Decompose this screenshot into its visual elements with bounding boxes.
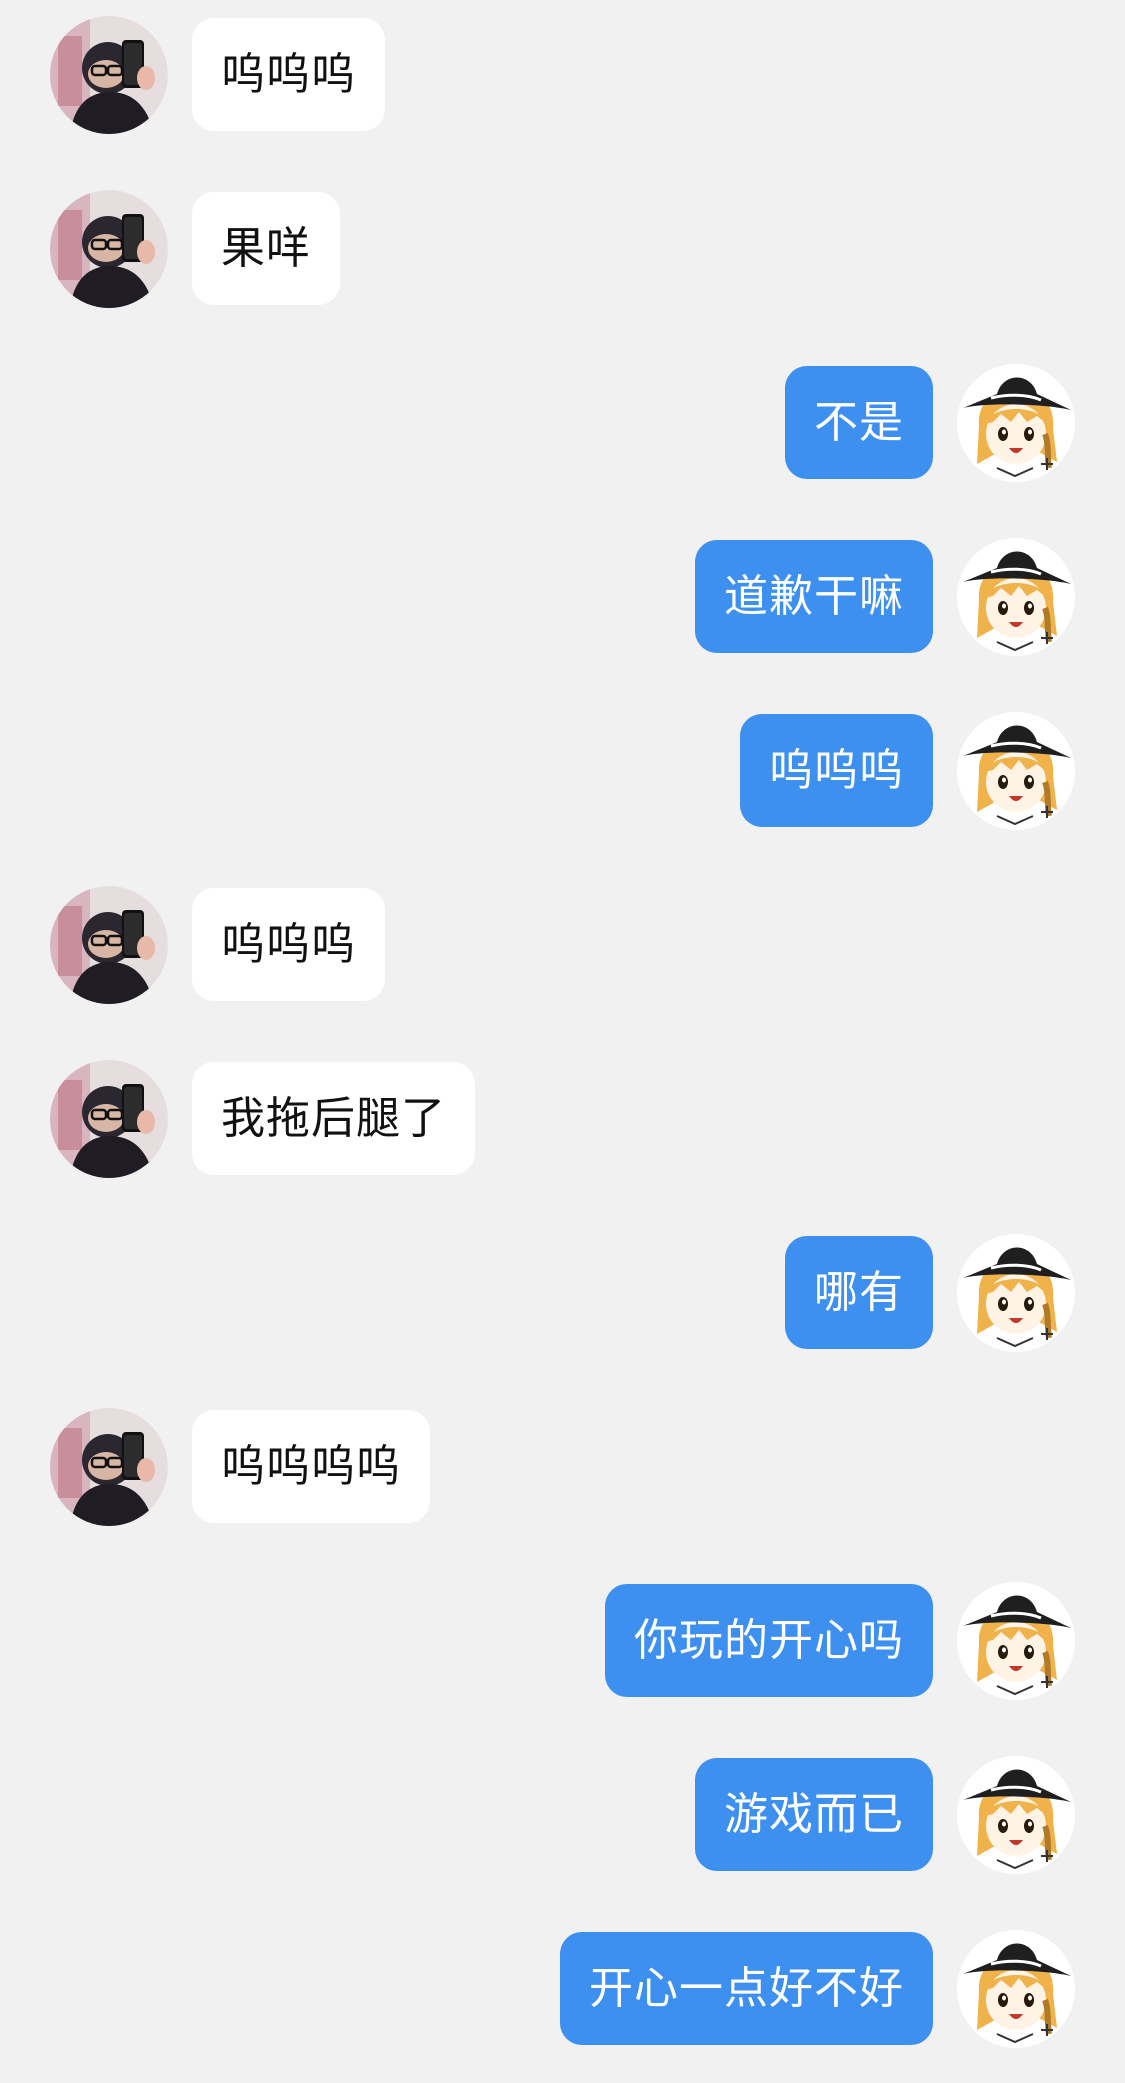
contact-avatar[interactable]: [50, 1408, 168, 1526]
user-avatar[interactable]: [957, 1930, 1075, 2048]
contact-avatar-photo-icon: [50, 190, 168, 308]
contact-avatar[interactable]: [50, 190, 168, 308]
contact-avatar-photo-icon: [50, 1408, 168, 1526]
contact-avatar-photo-icon: [50, 16, 168, 134]
user-avatar-anime-icon: [957, 1930, 1075, 2048]
user-avatar-anime-icon: [957, 1582, 1075, 1700]
user-avatar-anime-icon: [957, 364, 1075, 482]
outgoing-message-bubble[interactable]: 游戏而已: [695, 1758, 933, 1871]
message-row: 你玩的开心吗: [0, 1582, 1125, 1702]
message-row: 呜呜呜: [0, 712, 1125, 832]
user-avatar[interactable]: [957, 364, 1075, 482]
message-row: 呜呜呜: [0, 16, 1125, 136]
outgoing-message-bubble[interactable]: 道歉干嘛: [695, 540, 933, 653]
incoming-message-bubble[interactable]: 果咩: [192, 192, 340, 305]
user-avatar[interactable]: [957, 712, 1075, 830]
user-avatar-anime-icon: [957, 538, 1075, 656]
chat-message-list[interactable]: 呜呜呜 果咩 不是 道歉干嘛 呜呜呜 呜呜呜 我拖后腿了 哪有 呜呜呜呜 你玩的…: [0, 0, 1125, 2083]
message-row: 果咩: [0, 190, 1125, 310]
message-row: 我拖后腿了: [0, 1060, 1125, 1180]
incoming-message-bubble[interactable]: 呜呜呜呜: [192, 1410, 430, 1523]
incoming-message-bubble[interactable]: 呜呜呜: [192, 888, 385, 1001]
contact-avatar[interactable]: [50, 886, 168, 1004]
message-row: 呜呜呜: [0, 886, 1125, 1006]
outgoing-message-bubble[interactable]: 呜呜呜: [740, 714, 933, 827]
contact-avatar[interactable]: [50, 16, 168, 134]
user-avatar[interactable]: [957, 538, 1075, 656]
outgoing-message-bubble[interactable]: 你玩的开心吗: [605, 1584, 933, 1697]
outgoing-message-bubble[interactable]: 不是: [785, 366, 933, 479]
user-avatar-anime-icon: [957, 1756, 1075, 1874]
incoming-message-bubble[interactable]: 呜呜呜: [192, 18, 385, 131]
user-avatar-anime-icon: [957, 1234, 1075, 1352]
user-avatar[interactable]: [957, 1582, 1075, 1700]
contact-avatar-photo-icon: [50, 886, 168, 1004]
message-row: 开心一点好不好: [0, 1930, 1125, 2050]
message-row: 呜呜呜呜: [0, 1408, 1125, 1528]
message-row: 不是: [0, 364, 1125, 484]
incoming-message-bubble[interactable]: 我拖后腿了: [192, 1062, 475, 1175]
message-row: 哪有: [0, 1234, 1125, 1354]
outgoing-message-bubble[interactable]: 开心一点好不好: [560, 1932, 933, 2045]
contact-avatar[interactable]: [50, 1060, 168, 1178]
user-avatar[interactable]: [957, 1234, 1075, 1352]
user-avatar-anime-icon: [957, 712, 1075, 830]
outgoing-message-bubble[interactable]: 哪有: [785, 1236, 933, 1349]
contact-avatar-photo-icon: [50, 1060, 168, 1178]
user-avatar[interactable]: [957, 1756, 1075, 1874]
message-row: 道歉干嘛: [0, 538, 1125, 658]
message-row: 游戏而已: [0, 1756, 1125, 1876]
